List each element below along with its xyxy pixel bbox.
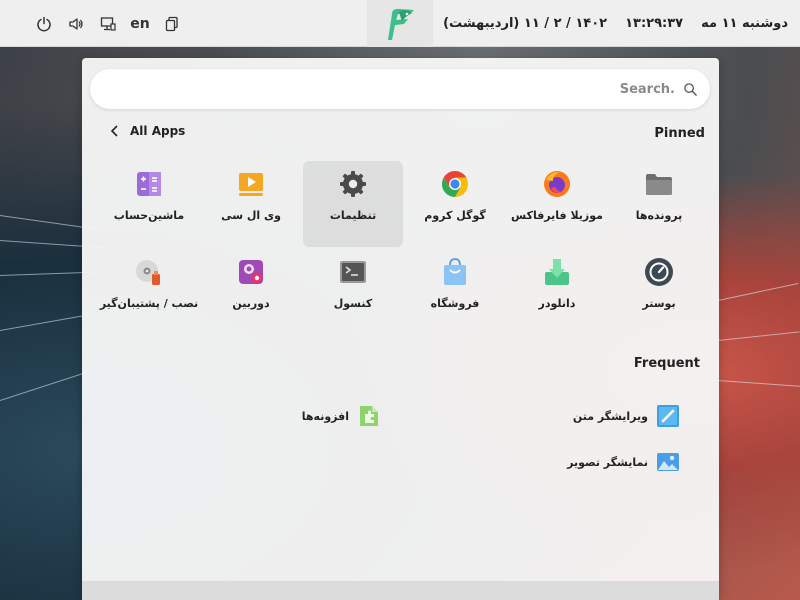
wallpaper-whisker: [717, 282, 799, 301]
search-icon: [683, 82, 698, 97]
network-wired-icon[interactable]: [92, 8, 124, 40]
volume-icon[interactable]: [60, 8, 92, 40]
vlc-player-icon: [234, 167, 268, 201]
clock-time: ۱۳:۲۹:۳۷: [625, 16, 684, 31]
keyboard-layout-indicator[interactable]: en: [124, 8, 156, 40]
pinned-heading: Pinned: [654, 126, 705, 141]
pinned-app-camera[interactable]: دوربین: [201, 249, 301, 335]
app-menu: Pinned All Apps پرونده‌ها موزیلا فایرفاک…: [82, 58, 719, 600]
top-panel: en دوشنبه ۱۱ مه ۱۳:۲۹:۳۷ ۱۴۰۲ / ۲ / ۱۱ (…: [0, 0, 800, 47]
frequent-app-image-viewer[interactable]: نمایشگر تصویر: [567, 450, 680, 474]
extensions-puzzle-icon: [357, 404, 381, 428]
clock[interactable]: دوشنبه ۱۱ مه ۱۳:۲۹:۳۷ ۱۴۰۲ / ۲ / ۱۱ (ارد…: [443, 0, 788, 47]
all-apps-label: All Apps: [130, 124, 186, 138]
system-tray: en: [28, 0, 188, 47]
app-label: وی ال سی: [221, 209, 281, 222]
app-label: تنظیمات: [329, 209, 377, 222]
app-label: پرونده‌ها: [635, 209, 683, 222]
calculator-icon: [132, 167, 166, 201]
pinned-app-calculator[interactable]: ماشین‌حساب: [99, 161, 199, 247]
distro-logo-icon[interactable]: [367, 0, 433, 47]
app-label: دوربین: [232, 297, 270, 310]
pinned-app-settings[interactable]: تنظیمات: [303, 161, 403, 247]
pinned-app-chrome[interactable]: گوگل کروم: [405, 161, 505, 247]
search-input[interactable]: [275, 81, 675, 97]
clock-date: ۱۴۰۲ / ۲ / ۱۱ (اردیبهشت): [443, 16, 608, 31]
pinned-app-files[interactable]: پرونده‌ها: [609, 161, 709, 247]
app-label: کنسول: [333, 297, 373, 310]
frequent-app-extensions[interactable]: افزونه‌ها: [302, 404, 381, 428]
menu-footer-bar: [82, 581, 719, 600]
pinned-app-store[interactable]: فروشگاه: [405, 249, 505, 335]
pinned-app-console[interactable]: کنسول: [303, 249, 403, 335]
app-label: بوستر: [642, 297, 676, 310]
settings-gear-icon: [336, 167, 370, 201]
app-label: نصب / پشتیبان‌گیر: [99, 297, 199, 310]
frequent-app-label: نمایشگر تصویر: [567, 455, 648, 469]
app-label: فروشگاه: [430, 297, 480, 310]
chevron-left-icon: [110, 125, 118, 137]
power-icon[interactable]: [28, 8, 60, 40]
app-label: ماشین‌حساب: [113, 209, 185, 222]
app-label: گوگل کروم: [424, 209, 486, 222]
clipboard-icon[interactable]: [156, 8, 188, 40]
clock-day: دوشنبه ۱۱ مه: [701, 16, 788, 31]
wallpaper-whisker: [0, 369, 96, 401]
search-bar[interactable]: [90, 69, 710, 109]
frequent-heading: Frequent: [633, 356, 700, 371]
pinned-app-firefox[interactable]: موزیلا فایرفاکس: [507, 161, 607, 247]
pinned-app-vlc[interactable]: وی ال سی: [201, 161, 301, 247]
frequent-app-label: ویرایشگر متن: [572, 409, 648, 423]
folder-icon: [642, 167, 676, 201]
download-icon: [540, 255, 574, 289]
booster-gauge-icon: [642, 255, 676, 289]
store-bag-icon: [438, 255, 472, 289]
pinned-apps-grid: پرونده‌ها موزیلا فایرفاکس گوگل کروم تنظی…: [99, 161, 709, 337]
app-label: موزیلا فایرفاکس: [511, 209, 603, 222]
frequent-app-label: افزونه‌ها: [301, 409, 349, 423]
pinned-app-downloader[interactable]: دانلودر: [507, 249, 607, 335]
terminal-icon: [336, 255, 370, 289]
all-apps-button[interactable]: All Apps: [110, 124, 185, 138]
text-editor-icon: [656, 404, 680, 428]
image-viewer-icon: [656, 450, 680, 474]
chrome-icon: [438, 167, 472, 201]
disk-backup-icon: [132, 255, 166, 289]
camera-icon: [234, 255, 268, 289]
wallpaper-whisker: [717, 331, 800, 341]
firefox-icon: [540, 167, 574, 201]
frequent-app-text-editor[interactable]: ویرایشگر متن: [573, 404, 680, 428]
app-label: دانلودر: [538, 297, 576, 310]
wallpaper-whisker: [717, 380, 800, 387]
pinned-app-backup[interactable]: نصب / پشتیبان‌گیر: [99, 249, 199, 335]
pinned-app-booster[interactable]: بوستر: [609, 249, 709, 335]
